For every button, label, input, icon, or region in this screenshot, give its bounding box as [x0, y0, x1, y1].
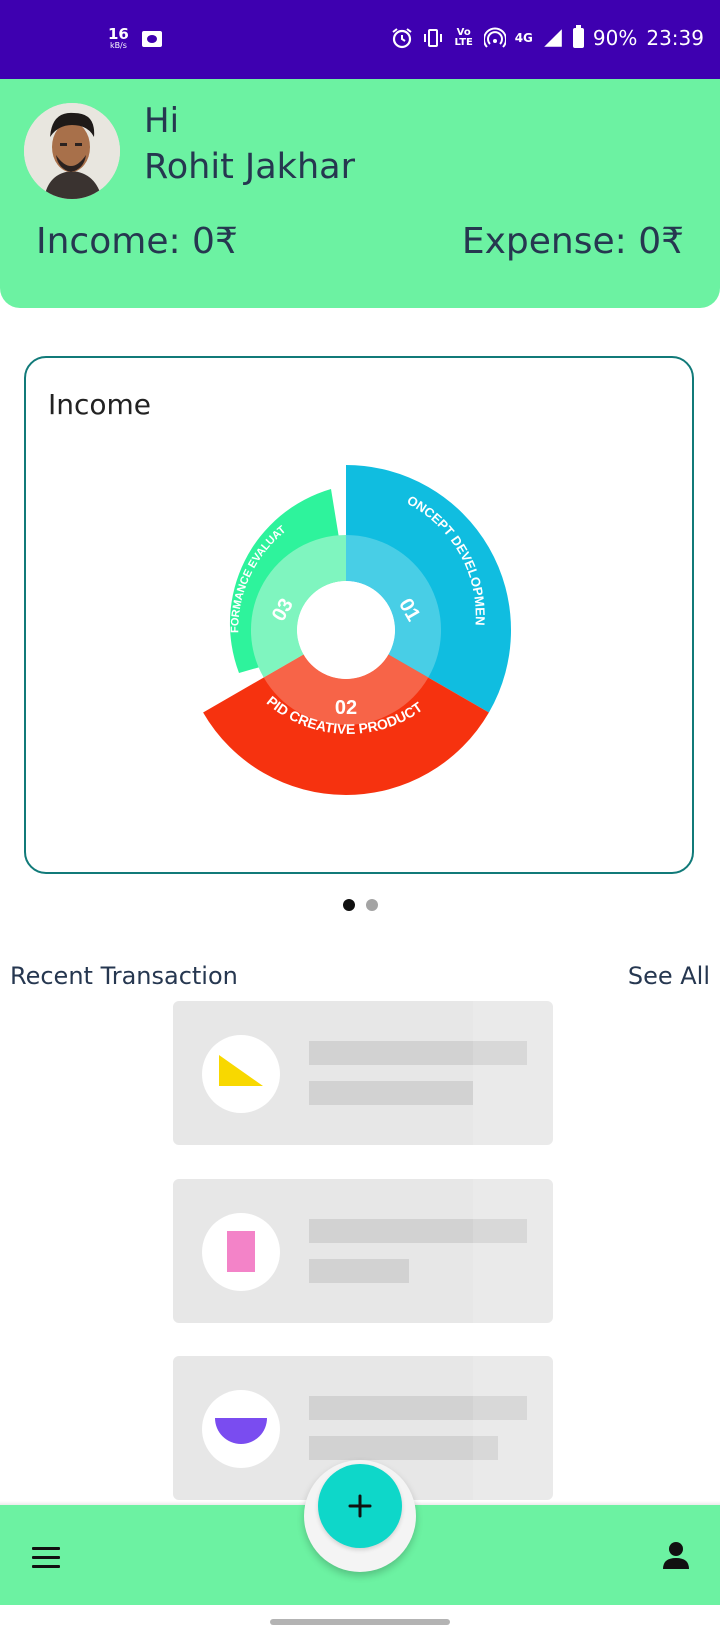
rectangle-icon	[227, 1231, 255, 1272]
transaction-title-placeholder	[309, 1041, 527, 1065]
menu-icon[interactable]	[32, 1547, 60, 1569]
transaction-placeholder-card[interactable]	[173, 1179, 553, 1323]
transaction-title-placeholder	[309, 1219, 527, 1243]
transaction-subtitle-placeholder	[309, 1259, 409, 1283]
signal-icon	[544, 29, 562, 47]
battery-icon	[572, 25, 584, 48]
chart-center-hole	[297, 581, 395, 679]
plus-icon	[348, 1494, 372, 1518]
home-indicator[interactable]	[270, 1619, 450, 1625]
recent-transaction-heading: Recent Transaction	[10, 962, 238, 990]
transaction-title-placeholder	[309, 1396, 527, 1420]
avatar[interactable]	[24, 103, 120, 199]
add-transaction-button[interactable]	[318, 1464, 402, 1548]
battery-percent: 90%	[592, 26, 638, 50]
vibrate-icon	[423, 29, 442, 47]
header: Hi Rohit Jakhar Income: 0₹ Expense: 0₹	[0, 79, 720, 308]
income-chart-card[interactable]: Income 01 02 03 CONCEPT DEVELOPMENT RAPI…	[24, 356, 694, 874]
clock: 23:39	[646, 26, 704, 50]
carousel-dot-1[interactable]	[342, 899, 355, 911]
status-bar: 16 kB/s Vo LTE 4G 90% 23:39	[0, 0, 720, 79]
carousel-indicator	[0, 899, 720, 911]
transaction-icon-badge	[202, 1213, 280, 1291]
expense-summary: Expense: 0₹	[461, 221, 684, 262]
hotspot-icon	[483, 27, 506, 48]
income-chart: 01 02 03 CONCEPT DEVELOPMENT RAPID CREAT…	[26, 358, 512, 796]
avatar-image	[24, 103, 120, 199]
network-speed-value: 16	[108, 25, 129, 43]
alarm-icon	[392, 28, 412, 49]
greeting: Hi	[144, 101, 180, 141]
network-speed-unit: kB/s	[109, 41, 127, 50]
transaction-placeholder-card[interactable]	[173, 1001, 553, 1145]
carousel-dot-2[interactable]	[365, 899, 378, 911]
network-speed: 16 kB/s	[108, 27, 129, 50]
income-summary: Income: 0₹	[36, 221, 238, 262]
volte-indicator: Vo LTE	[454, 27, 473, 48]
transaction-icon-badge	[202, 1035, 280, 1113]
screenshot-notification-icon	[142, 31, 162, 47]
see-all-link[interactable]: See All	[628, 962, 710, 990]
transaction-subtitle-placeholder	[309, 1081, 473, 1105]
network-type: 4G	[514, 31, 533, 45]
user-name: Rohit Jakhar	[144, 147, 355, 187]
transaction-subtitle-placeholder	[309, 1436, 498, 1460]
half-circle-icon	[215, 1418, 267, 1444]
person-icon[interactable]	[662, 1541, 690, 1571]
transaction-icon-badge	[202, 1390, 280, 1468]
triangle-icon	[219, 1055, 263, 1086]
chart-number-02: 02	[335, 697, 357, 719]
